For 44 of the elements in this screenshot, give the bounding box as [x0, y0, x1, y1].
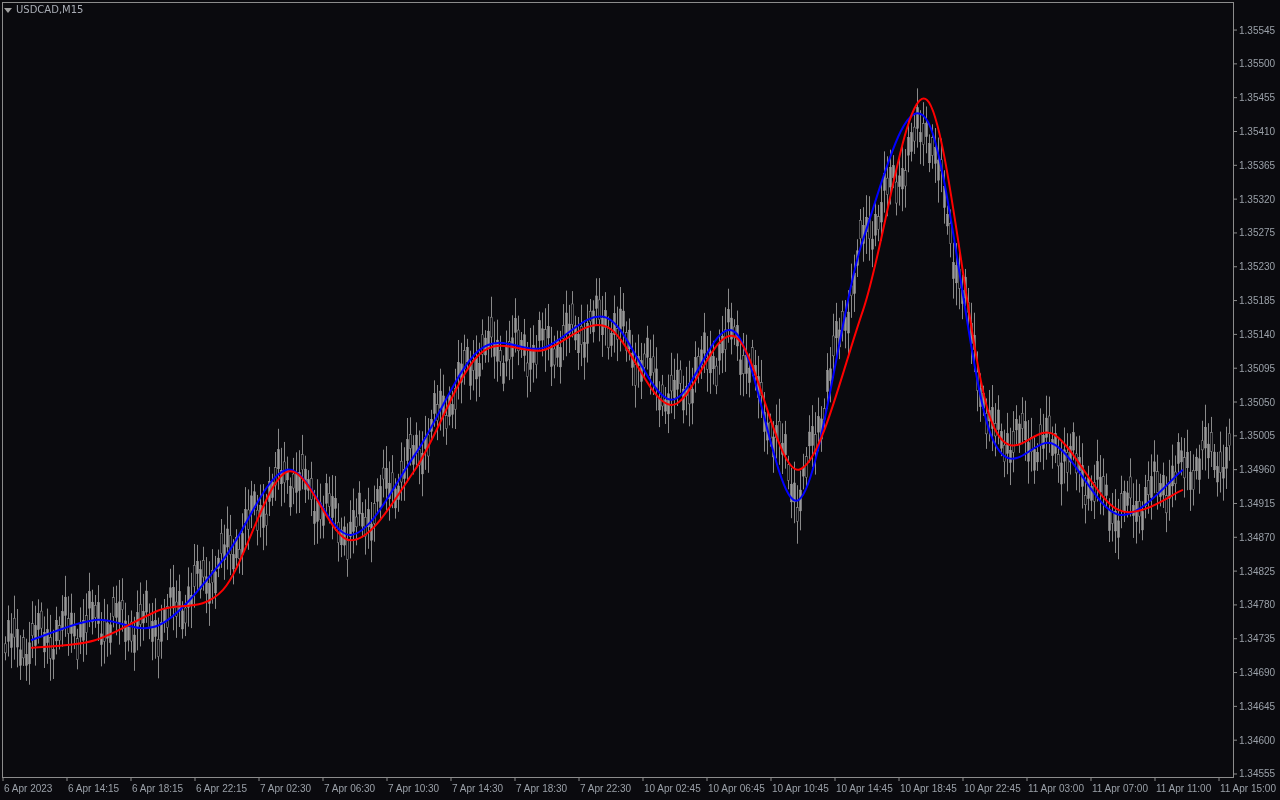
price-axis-label: 1.34915: [1239, 497, 1276, 509]
price-axis-label: 1.34870: [1239, 531, 1276, 543]
time-axis-label: 10 Apr 02:45: [644, 783, 701, 794]
time-axis-label: 11 Apr 15:00: [1220, 783, 1276, 794]
time-axis-label: 10 Apr 18:45: [900, 783, 957, 794]
time-axis-label: 7 Apr 18:30: [516, 783, 568, 794]
time-axis-label: 7 Apr 10:30: [388, 783, 440, 794]
price-axis-label: 1.34735: [1239, 633, 1276, 645]
time-axis-label: 10 Apr 22:45: [964, 783, 1021, 794]
price-axis-label: 1.34960: [1239, 464, 1276, 476]
price-axis-label: 1.35230: [1239, 261, 1276, 273]
time-axis-label: 7 Apr 06:30: [324, 783, 376, 794]
price-axis-label: 1.34600: [1239, 734, 1276, 746]
time-axis-label: 7 Apr 22:30: [580, 783, 632, 794]
price-axis-label: 1.35410: [1239, 126, 1276, 137]
price-axis-label: 1.35095: [1239, 362, 1276, 374]
time-axis-label: 11 Apr 03:00: [1028, 783, 1084, 794]
time-axis-label: 6 Apr 14:15: [68, 783, 120, 794]
time-axis-label: 7 Apr 14:30: [452, 783, 504, 794]
price-axis-label: 1.35050: [1239, 396, 1276, 408]
price-axis-label: 1.35500: [1239, 58, 1276, 70]
price-axis-label: 1.34780: [1239, 599, 1276, 611]
time-axis-label: 7 Apr 02:30: [260, 783, 312, 794]
time-axis-label: 10 Apr 14:45: [836, 783, 893, 794]
price-axis-label: 1.35140: [1239, 328, 1276, 340]
time-axis-label: 6 Apr 2023: [4, 783, 53, 794]
price-axis-label: 1.34645: [1239, 700, 1276, 712]
price-axis-label: 1.34825: [1239, 565, 1276, 577]
price-axis-label: 1.35545: [1239, 24, 1276, 36]
time-axis-label: 11 Apr 11:00: [1156, 783, 1212, 794]
price-axis-label: 1.35365: [1239, 159, 1276, 171]
price-axis-label: 1.35185: [1239, 295, 1276, 307]
time-axis-label: 10 Apr 06:45: [708, 783, 765, 794]
price-axis-label: 1.34690: [1239, 667, 1276, 679]
chart-title: USDCAD,M15: [16, 4, 84, 16]
price-axis-label: 1.35455: [1239, 92, 1276, 104]
time-axis-label: 10 Apr 10:45: [772, 783, 829, 794]
time-axis-label: 6 Apr 22:15: [196, 783, 248, 794]
price-axis-label: 1.35005: [1239, 430, 1276, 442]
time-axis-label: 6 Apr 18:15: [132, 783, 184, 794]
price-axis-label: 1.35275: [1239, 227, 1276, 239]
time-axis-label: 11 Apr 07:00: [1092, 783, 1148, 794]
price-axis-label: 1.34555: [1239, 768, 1276, 780]
price-axis-label: 1.35320: [1239, 193, 1276, 205]
